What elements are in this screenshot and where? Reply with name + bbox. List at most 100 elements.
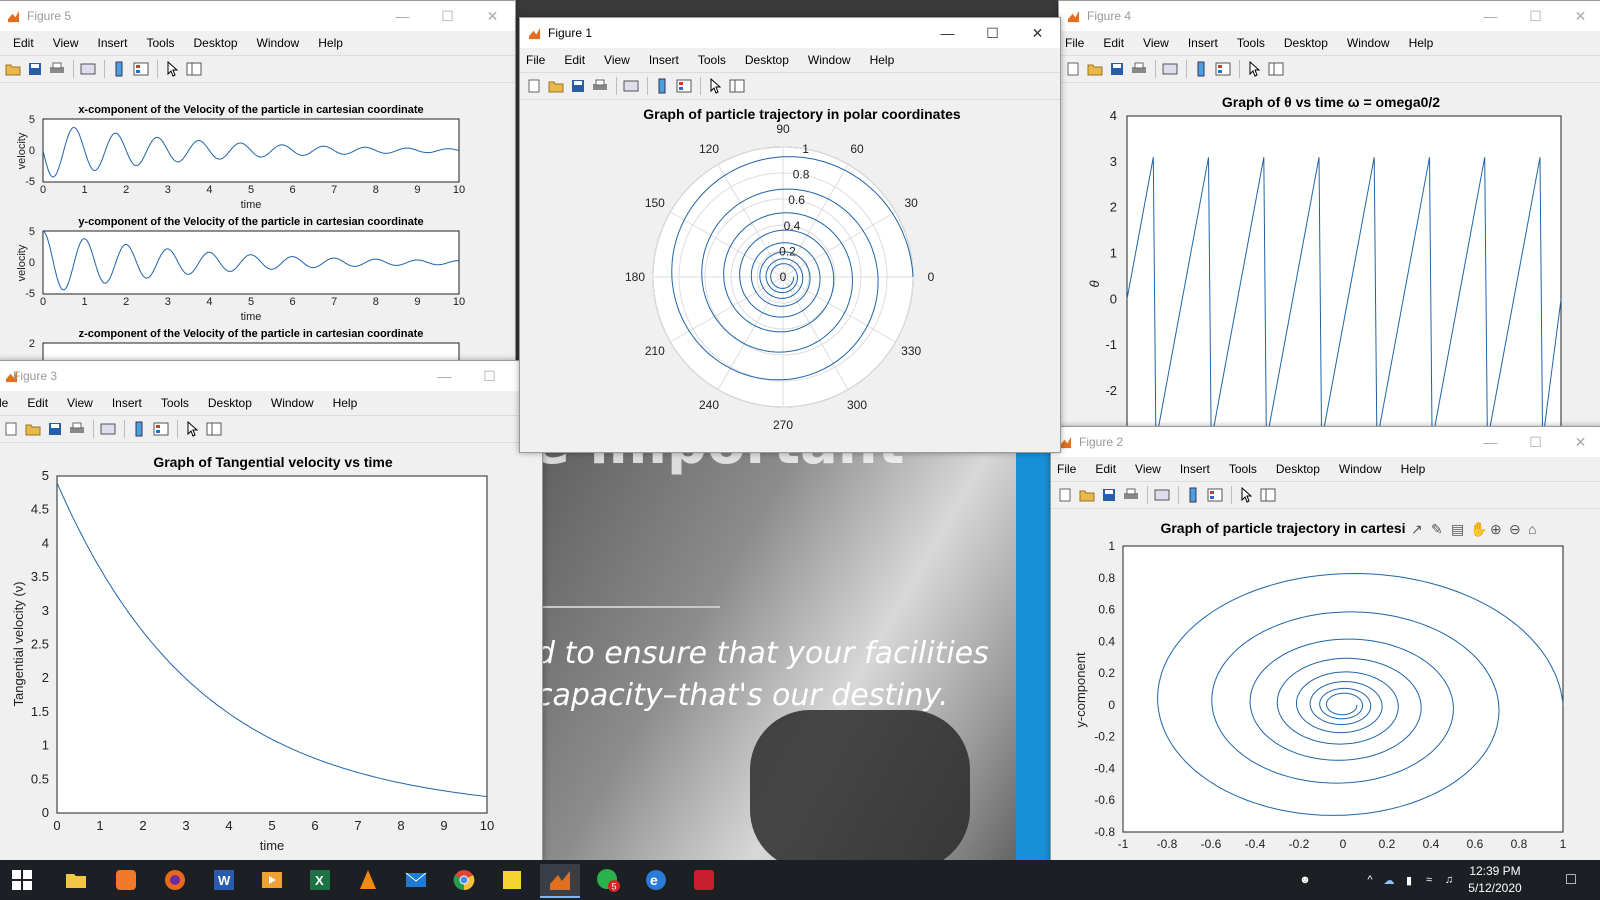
property-editor-icon[interactable] (1258, 485, 1278, 505)
close-button[interactable]: ✕ (1558, 427, 1600, 457)
menu-window[interactable]: Window (271, 396, 314, 410)
open-icon[interactable] (1077, 485, 1097, 505)
mail-icon[interactable] (396, 864, 436, 896)
figure5-window[interactable]: Figure 5 — ☐ ✕ Edit View Insert Tools De… (0, 0, 516, 368)
menu-desktop[interactable]: Desktop (745, 53, 789, 67)
save-icon[interactable] (45, 419, 65, 439)
export-icon[interactable]: ↗ (1411, 521, 1423, 537)
maximize-button[interactable]: ☐ (1513, 427, 1558, 457)
menu-desktop[interactable]: Desktop (208, 396, 252, 410)
print-icon[interactable] (67, 419, 87, 439)
word-icon[interactable]: W (204, 864, 244, 896)
link-figure-icon[interactable] (621, 76, 641, 96)
menu-edit[interactable]: Edit (1095, 462, 1116, 476)
colorbar-icon[interactable] (1183, 485, 1203, 505)
save-icon[interactable] (568, 76, 588, 96)
colorbar-icon[interactable] (652, 76, 672, 96)
figure4-titlebar[interactable]: Figure 4 — ☐ ✕ (1059, 1, 1600, 31)
legend-icon[interactable] (674, 76, 694, 96)
minimize-button[interactable]: — (422, 361, 467, 391)
new-figure-icon[interactable] (1055, 485, 1075, 505)
save-icon[interactable] (25, 59, 45, 79)
link-figure-icon[interactable] (98, 419, 118, 439)
maximize-button[interactable]: ☐ (1513, 1, 1558, 31)
wifi-icon[interactable]: ≈ (1420, 860, 1438, 900)
app-icon[interactable] (684, 864, 724, 896)
menu-desktop[interactable]: Desktop (1276, 462, 1320, 476)
edge-icon[interactable]: e (636, 864, 676, 896)
print-icon[interactable] (590, 76, 610, 96)
new-figure-icon[interactable] (1, 419, 21, 439)
print-icon[interactable] (1129, 59, 1149, 79)
pointer-icon[interactable] (1236, 485, 1256, 505)
menu-edit[interactable]: Edit (564, 53, 585, 67)
menu-window[interactable]: Window (808, 53, 851, 67)
print-icon[interactable] (47, 59, 67, 79)
menu-help[interactable]: Help (318, 36, 343, 50)
figure4-window[interactable]: Figure 4 — ☐ ✕ File Edit View Insert Too… (1058, 0, 1600, 430)
open-icon[interactable] (1085, 59, 1105, 79)
menu-insert[interactable]: Insert (1180, 462, 1210, 476)
menu-insert[interactable]: Insert (1188, 36, 1218, 50)
people-icon[interactable]: ☻ (1290, 860, 1320, 900)
figure3-window[interactable]: Figure 3 — ☐ le Edit View Insert Tools D… (0, 360, 543, 862)
menu-edit[interactable]: Edit (13, 36, 34, 50)
menu-help[interactable]: Help (1401, 462, 1426, 476)
file-explorer-icon[interactable] (56, 864, 96, 896)
minimize-button[interactable]: — (925, 18, 970, 48)
menu-view[interactable]: View (604, 53, 630, 67)
menu-file[interactable]: File (1057, 462, 1076, 476)
chrome-icon[interactable] (444, 864, 484, 896)
close-button[interactable]: ✕ (470, 1, 515, 31)
menu-insert[interactable]: Insert (649, 53, 679, 67)
figure3-titlebar[interactable]: Figure 3 — ☐ (0, 361, 542, 391)
link-figure-icon[interactable] (1152, 485, 1172, 505)
clock[interactable]: 12:39 PM 5/12/2020 (1460, 863, 1530, 897)
menu-window[interactable]: Window (1339, 462, 1382, 476)
sticky-notes-icon[interactable] (492, 864, 532, 896)
menu-tools[interactable]: Tools (161, 396, 189, 410)
battery-icon[interactable]: ▮ (1400, 860, 1418, 900)
chevron-up-icon[interactable]: ^ (1362, 860, 1378, 900)
minimize-button[interactable]: — (380, 1, 425, 31)
menu-view[interactable]: View (53, 36, 79, 50)
menu-help[interactable]: Help (1409, 36, 1434, 50)
legend-icon[interactable] (131, 59, 151, 79)
pointer-icon[interactable] (1244, 59, 1264, 79)
open-icon[interactable] (3, 59, 23, 79)
property-editor-icon[interactable] (184, 59, 204, 79)
brush-icon[interactable]: ✎ (1431, 521, 1443, 537)
property-editor-icon[interactable] (204, 419, 224, 439)
excel-icon[interactable]: X (300, 864, 340, 896)
minimize-button[interactable]: — (1468, 1, 1513, 31)
zoom-in-icon[interactable]: ⊕ (1490, 521, 1502, 537)
app-icon[interactable] (106, 864, 146, 896)
menu-view[interactable]: View (67, 396, 93, 410)
property-editor-icon[interactable] (727, 76, 747, 96)
menu-tools[interactable]: Tools (1237, 36, 1265, 50)
maximize-button[interactable]: ☐ (970, 18, 1015, 48)
menu-view[interactable]: View (1143, 36, 1169, 50)
menu-edit[interactable]: Edit (27, 396, 48, 410)
maximize-button[interactable]: ☐ (467, 361, 512, 391)
menu-window[interactable]: Window (1347, 36, 1390, 50)
menu-window[interactable]: Window (257, 36, 300, 50)
whatsapp-icon[interactable]: 5 (588, 864, 628, 896)
menu-insert[interactable]: Insert (112, 396, 142, 410)
property-editor-icon[interactable] (1266, 59, 1286, 79)
zoom-out-icon[interactable]: ⊖ (1509, 521, 1521, 537)
menu-desktop[interactable]: Desktop (194, 36, 238, 50)
media-icon[interactable] (252, 864, 292, 896)
menu-tools[interactable]: Tools (698, 53, 726, 67)
open-icon[interactable] (23, 419, 43, 439)
menu-desktop[interactable]: Desktop (1284, 36, 1328, 50)
menu-file[interactable]: File (1065, 36, 1084, 50)
figure2-titlebar[interactable]: Figure 2 — ☐ ✕ (1051, 427, 1600, 457)
menu-help[interactable]: Help (870, 53, 895, 67)
menu-view[interactable]: View (1135, 462, 1161, 476)
matlab-icon[interactable] (540, 864, 580, 898)
legend-icon[interactable] (151, 419, 171, 439)
figure1-window[interactable]: Figure 1 — ☐ ✕ File Edit View Insert Too… (519, 17, 1061, 453)
menu-file[interactable]: File (526, 53, 545, 67)
volume-icon[interactable]: ♫ (1440, 860, 1458, 900)
